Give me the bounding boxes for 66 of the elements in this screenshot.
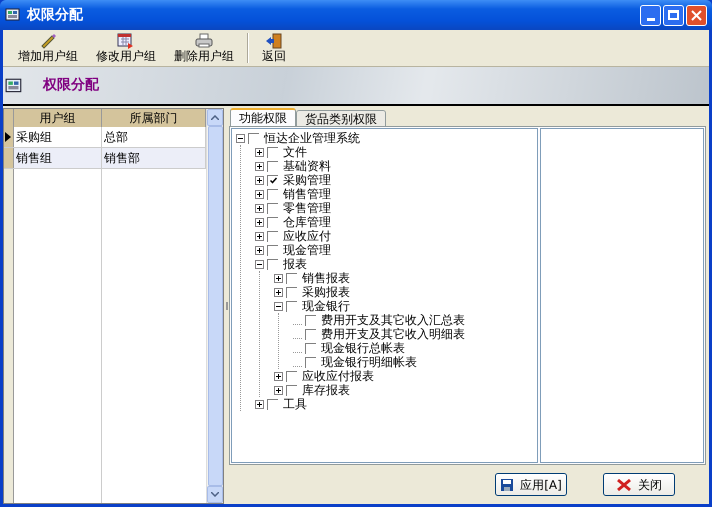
tree-item[interactable]: 采购报表 — [300, 285, 350, 299]
caret-down-icon — [211, 492, 219, 497]
close-button[interactable] — [686, 4, 707, 26]
scroll-thumb[interactable] — [208, 126, 222, 486]
pencil-icon — [39, 33, 57, 49]
tree-item[interactable]: 销售报表 — [300, 271, 350, 285]
maximize-button[interactable] — [663, 4, 684, 26]
caret-up-icon — [211, 115, 219, 120]
expand-icon[interactable] — [274, 386, 283, 394]
collapse-icon[interactable] — [236, 134, 245, 142]
expand-icon[interactable] — [274, 274, 283, 282]
close-icon — [691, 10, 702, 20]
tree-item[interactable]: 应收应付 — [281, 229, 331, 243]
tab[interactable]: 功能权限 — [230, 108, 296, 126]
expand-icon[interactable] — [274, 372, 283, 380]
window-icon — [5, 7, 21, 23]
expand-icon[interactable] — [255, 148, 264, 156]
expand-icon[interactable] — [255, 218, 264, 226]
expand-icon[interactable] — [255, 400, 264, 408]
collapse-icon[interactable] — [255, 260, 264, 268]
tree-item[interactable]: 基础资料 — [281, 159, 331, 173]
tab[interactable]: 货品类别权限 — [296, 110, 386, 126]
row-indicator[interactable] — [4, 127, 14, 147]
window-icon — [5, 76, 23, 94]
expand-icon[interactable] — [255, 176, 264, 184]
tree-item[interactable]: 费用开支及其它收入汇总表 — [319, 313, 465, 327]
tree-item[interactable]: 工具 — [281, 397, 307, 411]
tree-item[interactable]: 费用开支及其它收入明细表 — [319, 327, 465, 341]
tree-item[interactable]: 报表 — [281, 257, 307, 271]
tree-item[interactable]: 现金管理 — [281, 243, 331, 257]
close-dialog-button[interactable]: 关闭 — [603, 473, 675, 496]
table-cell: 销售组 — [14, 148, 102, 168]
tree-item[interactable]: 仓库管理 — [281, 215, 331, 229]
apply-button[interactable]: 应用[A] — [495, 473, 567, 496]
expand-icon[interactable] — [255, 232, 264, 240]
expand-icon[interactable] — [274, 288, 283, 296]
expand-icon[interactable] — [255, 162, 264, 170]
toolbar-button[interactable]: 删除用户组 — [165, 30, 243, 66]
tree-item[interactable]: 库存报表 — [300, 383, 350, 397]
expand-icon[interactable] — [255, 190, 264, 198]
toolbar-button[interactable]: 增加用户组 — [9, 30, 87, 66]
toolbar-button[interactable]: 修改用户组 — [87, 30, 165, 66]
expand-icon[interactable] — [255, 204, 264, 212]
scroll-down-button[interactable] — [207, 486, 223, 503]
table-cell: 采购组 — [14, 127, 102, 147]
tree-item[interactable]: 现金银行总帐表 — [319, 341, 405, 355]
calendar-icon — [117, 33, 135, 49]
tree-item[interactable]: 恒达企业管理系统 — [262, 131, 360, 145]
tree-item[interactable]: 销售管理 — [281, 187, 331, 201]
collapse-icon[interactable] — [274, 302, 283, 310]
printer-icon — [195, 33, 213, 49]
scroll-up-button[interactable] — [207, 109, 223, 126]
window-title: 权限分配 — [27, 6, 83, 24]
expand-icon[interactable] — [255, 246, 264, 254]
tree-item[interactable]: 应收应付报表 — [300, 369, 374, 383]
door-exit-icon — [265, 33, 283, 49]
tree-item[interactable]: 采购管理 — [281, 173, 331, 187]
tree-item[interactable]: 现金银行 — [300, 299, 350, 313]
scrollbar[interactable] — [206, 109, 223, 503]
tree-item[interactable]: 零售管理 — [281, 201, 331, 215]
tree-item[interactable]: 现金银行明细帐表 — [319, 355, 417, 369]
toolbar-button[interactable]: 返回 — [253, 30, 295, 66]
banner-title: 权限分配 — [43, 76, 99, 95]
minimize-button[interactable] — [640, 4, 661, 26]
close-icon — [616, 478, 632, 492]
tree-item[interactable]: 文件 — [281, 145, 307, 159]
